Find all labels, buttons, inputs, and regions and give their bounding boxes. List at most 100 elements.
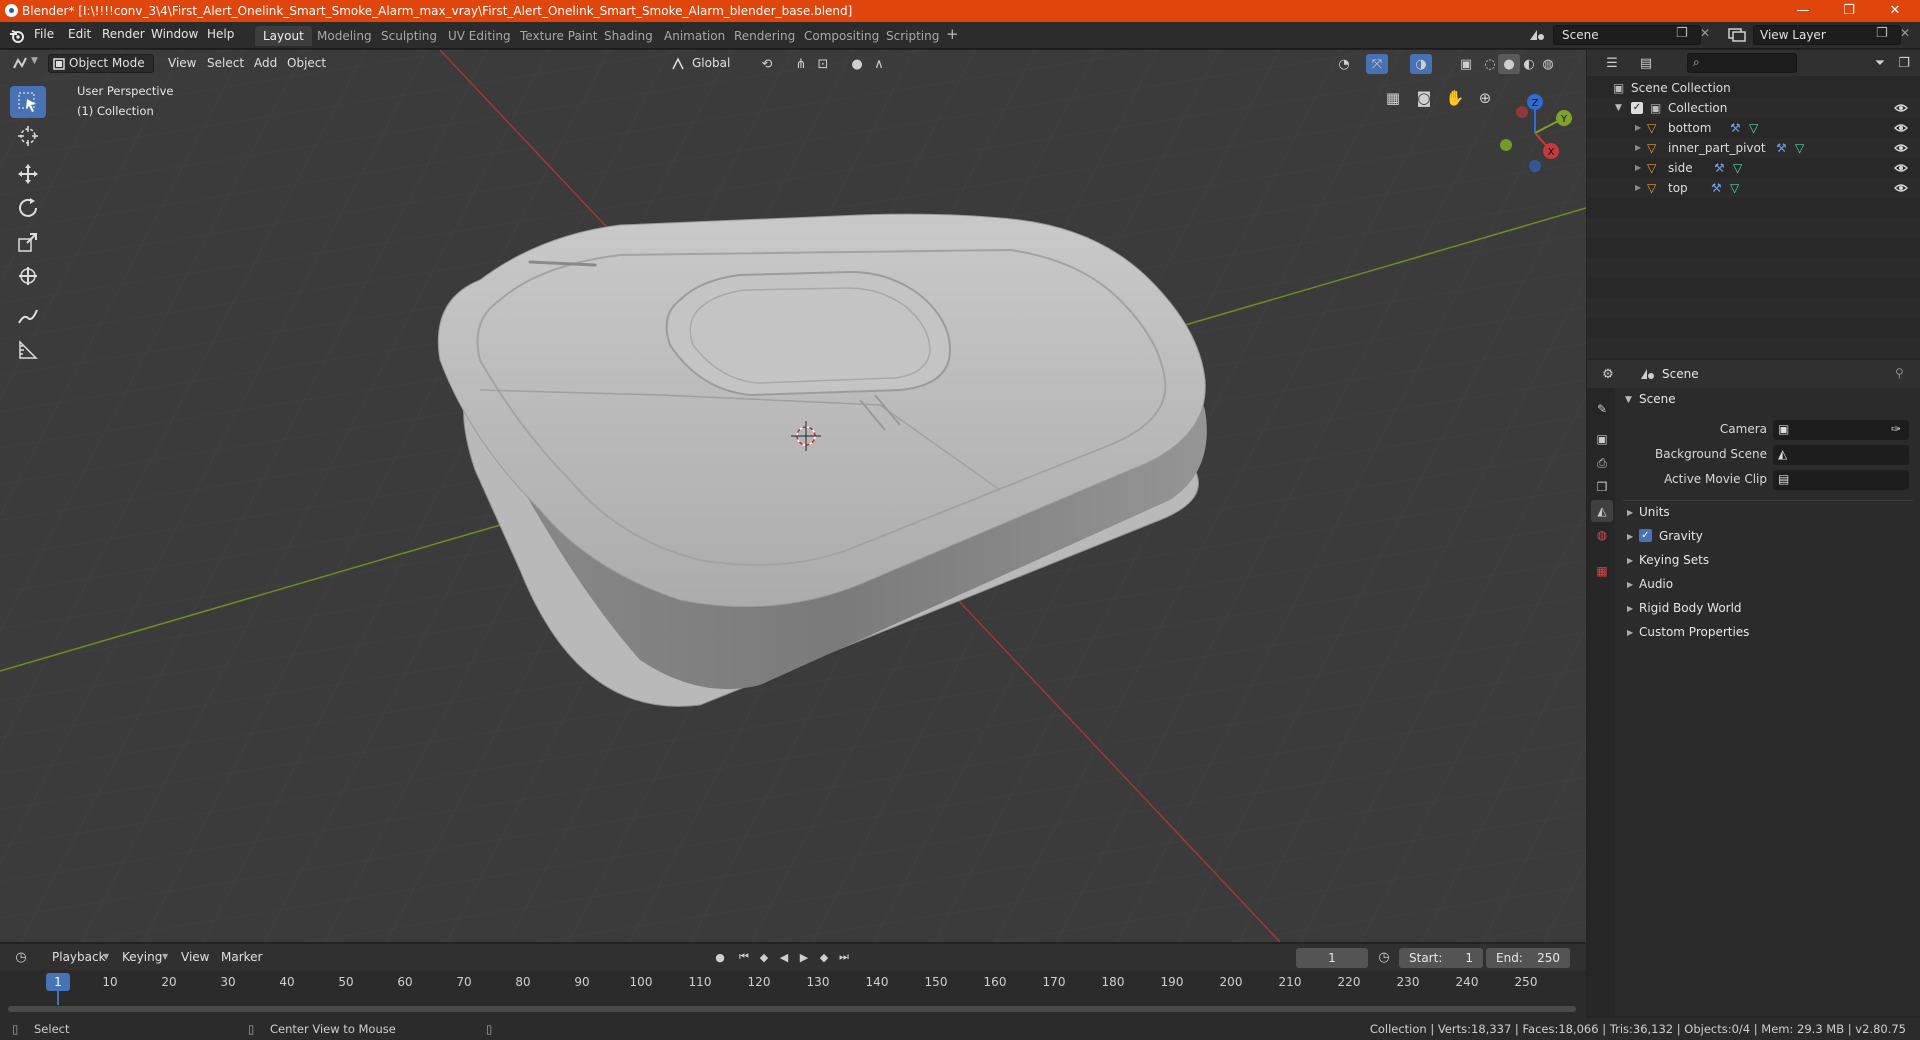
texture-tab-icon[interactable]: ▦: [1591, 560, 1613, 582]
modifier-wrench-icon[interactable]: ⚒: [1730, 118, 1741, 138]
chevron-right-icon[interactable]: ▶: [1627, 604, 1633, 613]
tab-scripting[interactable]: Scripting: [878, 26, 947, 46]
tab-sculpting[interactable]: Sculpting: [373, 26, 445, 46]
new-scene-icon[interactable]: ❐: [1676, 26, 1688, 41]
mesh-data-icon[interactable]: ▽: [1749, 118, 1758, 138]
tab-layout[interactable]: Layout: [255, 26, 312, 46]
new-view-layer-icon[interactable]: ❐: [1876, 26, 1888, 41]
solid-shading-icon[interactable]: ●: [1498, 54, 1520, 74]
tab-shading[interactable]: Shading: [596, 26, 661, 46]
falloff-icon[interactable]: ∧: [868, 54, 890, 74]
editor-type-icon[interactable]: [12, 56, 30, 70]
annotate-tool[interactable]: [10, 300, 46, 332]
chevron-right-icon[interactable]: ▶: [1635, 158, 1641, 178]
tab-animation[interactable]: Animation: [656, 26, 733, 46]
chevron-right-icon[interactable]: ▶: [1627, 532, 1633, 541]
tab-rendering[interactable]: Rendering: [726, 26, 803, 46]
blender-menu-icon[interactable]: [9, 28, 25, 44]
eyedropper-icon[interactable]: ✑: [1891, 422, 1901, 436]
chevron-down-icon[interactable]: ▼: [1615, 98, 1622, 118]
tab-texture-paint[interactable]: Texture Paint: [512, 26, 605, 46]
collection-checkbox[interactable]: ✓: [1631, 102, 1643, 114]
eye-icon[interactable]: [1894, 101, 1908, 115]
move-tool[interactable]: [10, 158, 46, 190]
chevron-down-icon[interactable]: ▼: [103, 952, 109, 961]
menu-marker[interactable]: Marker: [221, 948, 262, 967]
cursor-tool[interactable]: [10, 120, 46, 152]
outliner-row-object[interactable]: ▶ ▽ inner_part_pivot ⚒ ▽: [1587, 138, 1920, 158]
scene-tab-icon[interactable]: ◭: [1591, 500, 1613, 522]
filter-icon[interactable]: ⏷: [1869, 53, 1891, 73]
world-tab-icon[interactable]: ◍: [1591, 524, 1613, 546]
camera-view-icon[interactable]: ◙: [1413, 88, 1435, 108]
overlay-toggle-icon[interactable]: ◑: [1410, 54, 1432, 74]
proportional-editing-icon[interactable]: ●: [846, 54, 868, 74]
chevron-right-icon[interactable]: ▶: [1627, 580, 1633, 589]
eye-icon[interactable]: [1894, 181, 1908, 195]
outliner-row-object[interactable]: ▶ ▽ top ⚒ ▽: [1587, 178, 1920, 198]
modifier-wrench-icon[interactable]: ⚒: [1714, 158, 1725, 178]
gravity-panel[interactable]: Gravity: [1659, 529, 1703, 543]
delete-scene-icon[interactable]: ✕: [1700, 26, 1710, 40]
menu-object[interactable]: Object: [287, 54, 326, 73]
timeline-scrollbar[interactable]: [8, 1006, 1576, 1012]
snap-icon[interactable]: ⋔: [790, 54, 812, 74]
visibility-icon[interactable]: ◔: [1333, 54, 1355, 74]
gizmo-toggle-icon[interactable]: ⤧: [1366, 54, 1388, 74]
xray-icon[interactable]: ▣: [1455, 54, 1477, 74]
measure-tool[interactable]: [10, 334, 46, 366]
outliner-search-input[interactable]: [1687, 53, 1797, 73]
keying-sets-panel[interactable]: Keying Sets: [1639, 553, 1709, 567]
menu-window[interactable]: Window: [151, 27, 198, 41]
select-box-tool[interactable]: [10, 86, 46, 118]
chevron-down-icon[interactable]: ▼: [31, 56, 38, 66]
menu-playback[interactable]: Playback: [52, 948, 106, 967]
pivot-point-icon[interactable]: ⟲: [756, 54, 778, 74]
current-frame-field[interactable]: 1: [1296, 948, 1368, 968]
menu-help[interactable]: Help: [207, 27, 234, 41]
chevron-right-icon[interactable]: ▶: [1627, 628, 1633, 637]
next-keyframe-icon[interactable]: ◆: [813, 947, 835, 967]
menu-add[interactable]: Add: [254, 54, 277, 73]
menu-view[interactable]: View: [181, 948, 209, 967]
start-frame-field[interactable]: Start: 1: [1399, 948, 1483, 968]
delete-view-layer-icon[interactable]: ✕: [1900, 26, 1910, 40]
menu-select[interactable]: Select: [207, 54, 244, 73]
background-scene-field[interactable]: ◭: [1773, 445, 1909, 465]
audio-panel[interactable]: Audio: [1639, 577, 1673, 591]
chevron-right-icon[interactable]: ▶: [1635, 138, 1641, 158]
chevron-right-icon[interactable]: ▶: [1627, 556, 1633, 565]
rotate-tool[interactable]: [10, 192, 46, 224]
mesh-data-icon[interactable]: ▽: [1795, 138, 1804, 158]
outliner-row-object[interactable]: ▶ ▽ side ⚒ ▽: [1587, 158, 1920, 178]
pin-icon[interactable]: ⚲: [1895, 366, 1904, 380]
outliner-editor-icon[interactable]: ☰: [1601, 53, 1623, 73]
add-workspace-icon[interactable]: +: [946, 25, 959, 43]
timeline-editor-icon[interactable]: ◷: [10, 947, 32, 967]
menu-keying[interactable]: Keying: [122, 948, 162, 967]
tab-uv-editing[interactable]: UV Editing: [440, 26, 519, 46]
prev-keyframe-icon[interactable]: ◆: [753, 947, 775, 967]
end-frame-field[interactable]: End: 250: [1486, 948, 1570, 968]
view-layer-icon[interactable]: [1728, 28, 1746, 42]
scene-panel-title[interactable]: Scene: [1639, 392, 1676, 406]
scene-selector-icon[interactable]: [1528, 27, 1546, 43]
menu-view[interactable]: View: [168, 54, 196, 73]
eye-icon[interactable]: [1894, 161, 1908, 175]
chevron-down-icon[interactable]: ▼: [162, 952, 168, 961]
active-movie-clip-field[interactable]: ▤: [1773, 470, 1909, 490]
navigation-gizmo[interactable]: Z Y X: [1490, 88, 1580, 178]
tab-compositing[interactable]: Compositing: [796, 26, 887, 46]
tool-tab-icon[interactable]: ✎: [1591, 398, 1613, 420]
display-mode-icon[interactable]: ▤: [1635, 53, 1657, 73]
modifier-wrench-icon[interactable]: ⚒: [1711, 178, 1722, 198]
minimize-button[interactable]: —: [1780, 0, 1826, 22]
jump-end-icon[interactable]: ⏭: [833, 947, 855, 967]
chevron-right-icon[interactable]: ▶: [1635, 178, 1641, 198]
tab-modeling[interactable]: Modeling: [309, 26, 380, 46]
properties-editor-icon[interactable]: ⚙: [1597, 364, 1619, 384]
play-reverse-icon[interactable]: ◀: [773, 947, 795, 967]
outliner-row-collection[interactable]: ▼ ✓ ▣ Collection: [1587, 98, 1920, 118]
menu-render[interactable]: Render: [102, 27, 145, 41]
orientation-dropdown[interactable]: Global: [692, 54, 730, 73]
